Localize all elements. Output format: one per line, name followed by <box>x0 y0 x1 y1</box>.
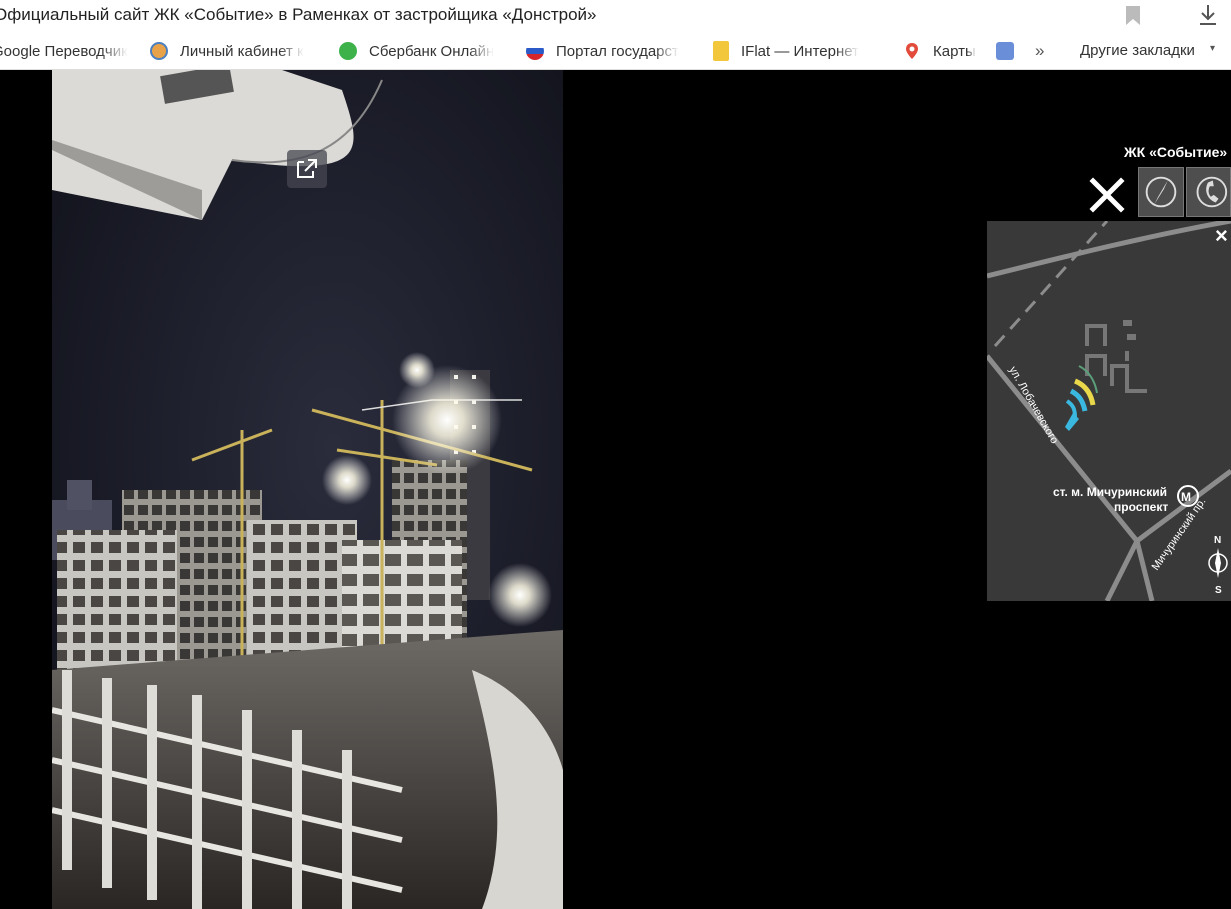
map-pin-icon <box>906 43 918 59</box>
info-icon <box>713 41 729 61</box>
bookmark-google-translate[interactable]: Google Переводчик <box>0 33 132 69</box>
bookmark-sberbank[interactable]: Сбербанк Онлайн <box>339 33 514 69</box>
compass-south-label: S <box>1215 585 1222 596</box>
bookmark-label: Личный кабинет к <box>180 42 304 60</box>
mail-icon <box>996 42 1014 60</box>
compass-north-label: N <box>1214 535 1221 546</box>
bookmark-mail[interactable] <box>996 33 1020 69</box>
other-bookmarks-folder[interactable]: Другие закладки <box>1080 42 1195 59</box>
more-bookmarks-button[interactable]: » <box>1035 41 1044 61</box>
metro-station-label: ст. м. Мичуринский <box>1053 485 1167 499</box>
russia-flag-icon <box>526 42 544 60</box>
browser-title-bar: Официальный сайт ЖК «Событие» в Раменках… <box>0 0 1231 33</box>
open-external-button[interactable] <box>287 150 327 188</box>
location-map[interactable]: ул. Лобачевского ст. м. Мичуринский прос… <box>987 221 1231 601</box>
bookmark-ribbon-icon[interactable] <box>1125 6 1141 25</box>
bookmark-label: Портал государст <box>556 42 679 60</box>
compass-button[interactable] <box>1138 167 1184 217</box>
project-name-label: ЖК «Событие» <box>1124 144 1228 160</box>
sberbank-icon <box>339 42 357 60</box>
page-title: Официальный сайт ЖК «Событие» в Раменках… <box>0 5 597 24</box>
chevron-down-icon: ▾ <box>1210 43 1216 54</box>
bookmark-label: IFlat — Интернет <box>741 42 859 60</box>
close-icon[interactable] <box>1088 176 1126 214</box>
bookmark-maps[interactable]: Карты <box>903 33 978 69</box>
bookmark-personal-cabinet[interactable]: Личный кабинет к <box>150 33 320 69</box>
bookmark-iflat[interactable]: IFlat — Интернет <box>713 33 883 69</box>
bookmark-label: Карты <box>933 42 976 60</box>
metro-symbol: М <box>1181 490 1191 504</box>
download-icon[interactable] <box>1198 4 1218 26</box>
construction-webcam-image[interactable] <box>52 70 563 909</box>
bookmark-label: Google Переводчик <box>0 42 128 60</box>
bookmarks-bar: Google Переводчик Личный кабинет к Сберб… <box>0 33 1231 70</box>
location-map-graphic: ул. Лобачевского ст. м. Мичуринский прос… <box>987 221 1231 601</box>
bookmark-gosuslugi[interactable]: Портал государст <box>526 33 696 69</box>
map-close-button[interactable]: × <box>1215 223 1228 248</box>
webcam-viewer: ЖК «Событие» ул. Лобачевского ст. м. Мич… <box>0 70 1231 909</box>
phone-button[interactable] <box>1186 167 1231 217</box>
bookmark-label: Сбербанк Онлайн <box>369 42 495 60</box>
metro-station-label-line2: проспект <box>1114 500 1168 514</box>
rbc-icon <box>150 42 168 60</box>
